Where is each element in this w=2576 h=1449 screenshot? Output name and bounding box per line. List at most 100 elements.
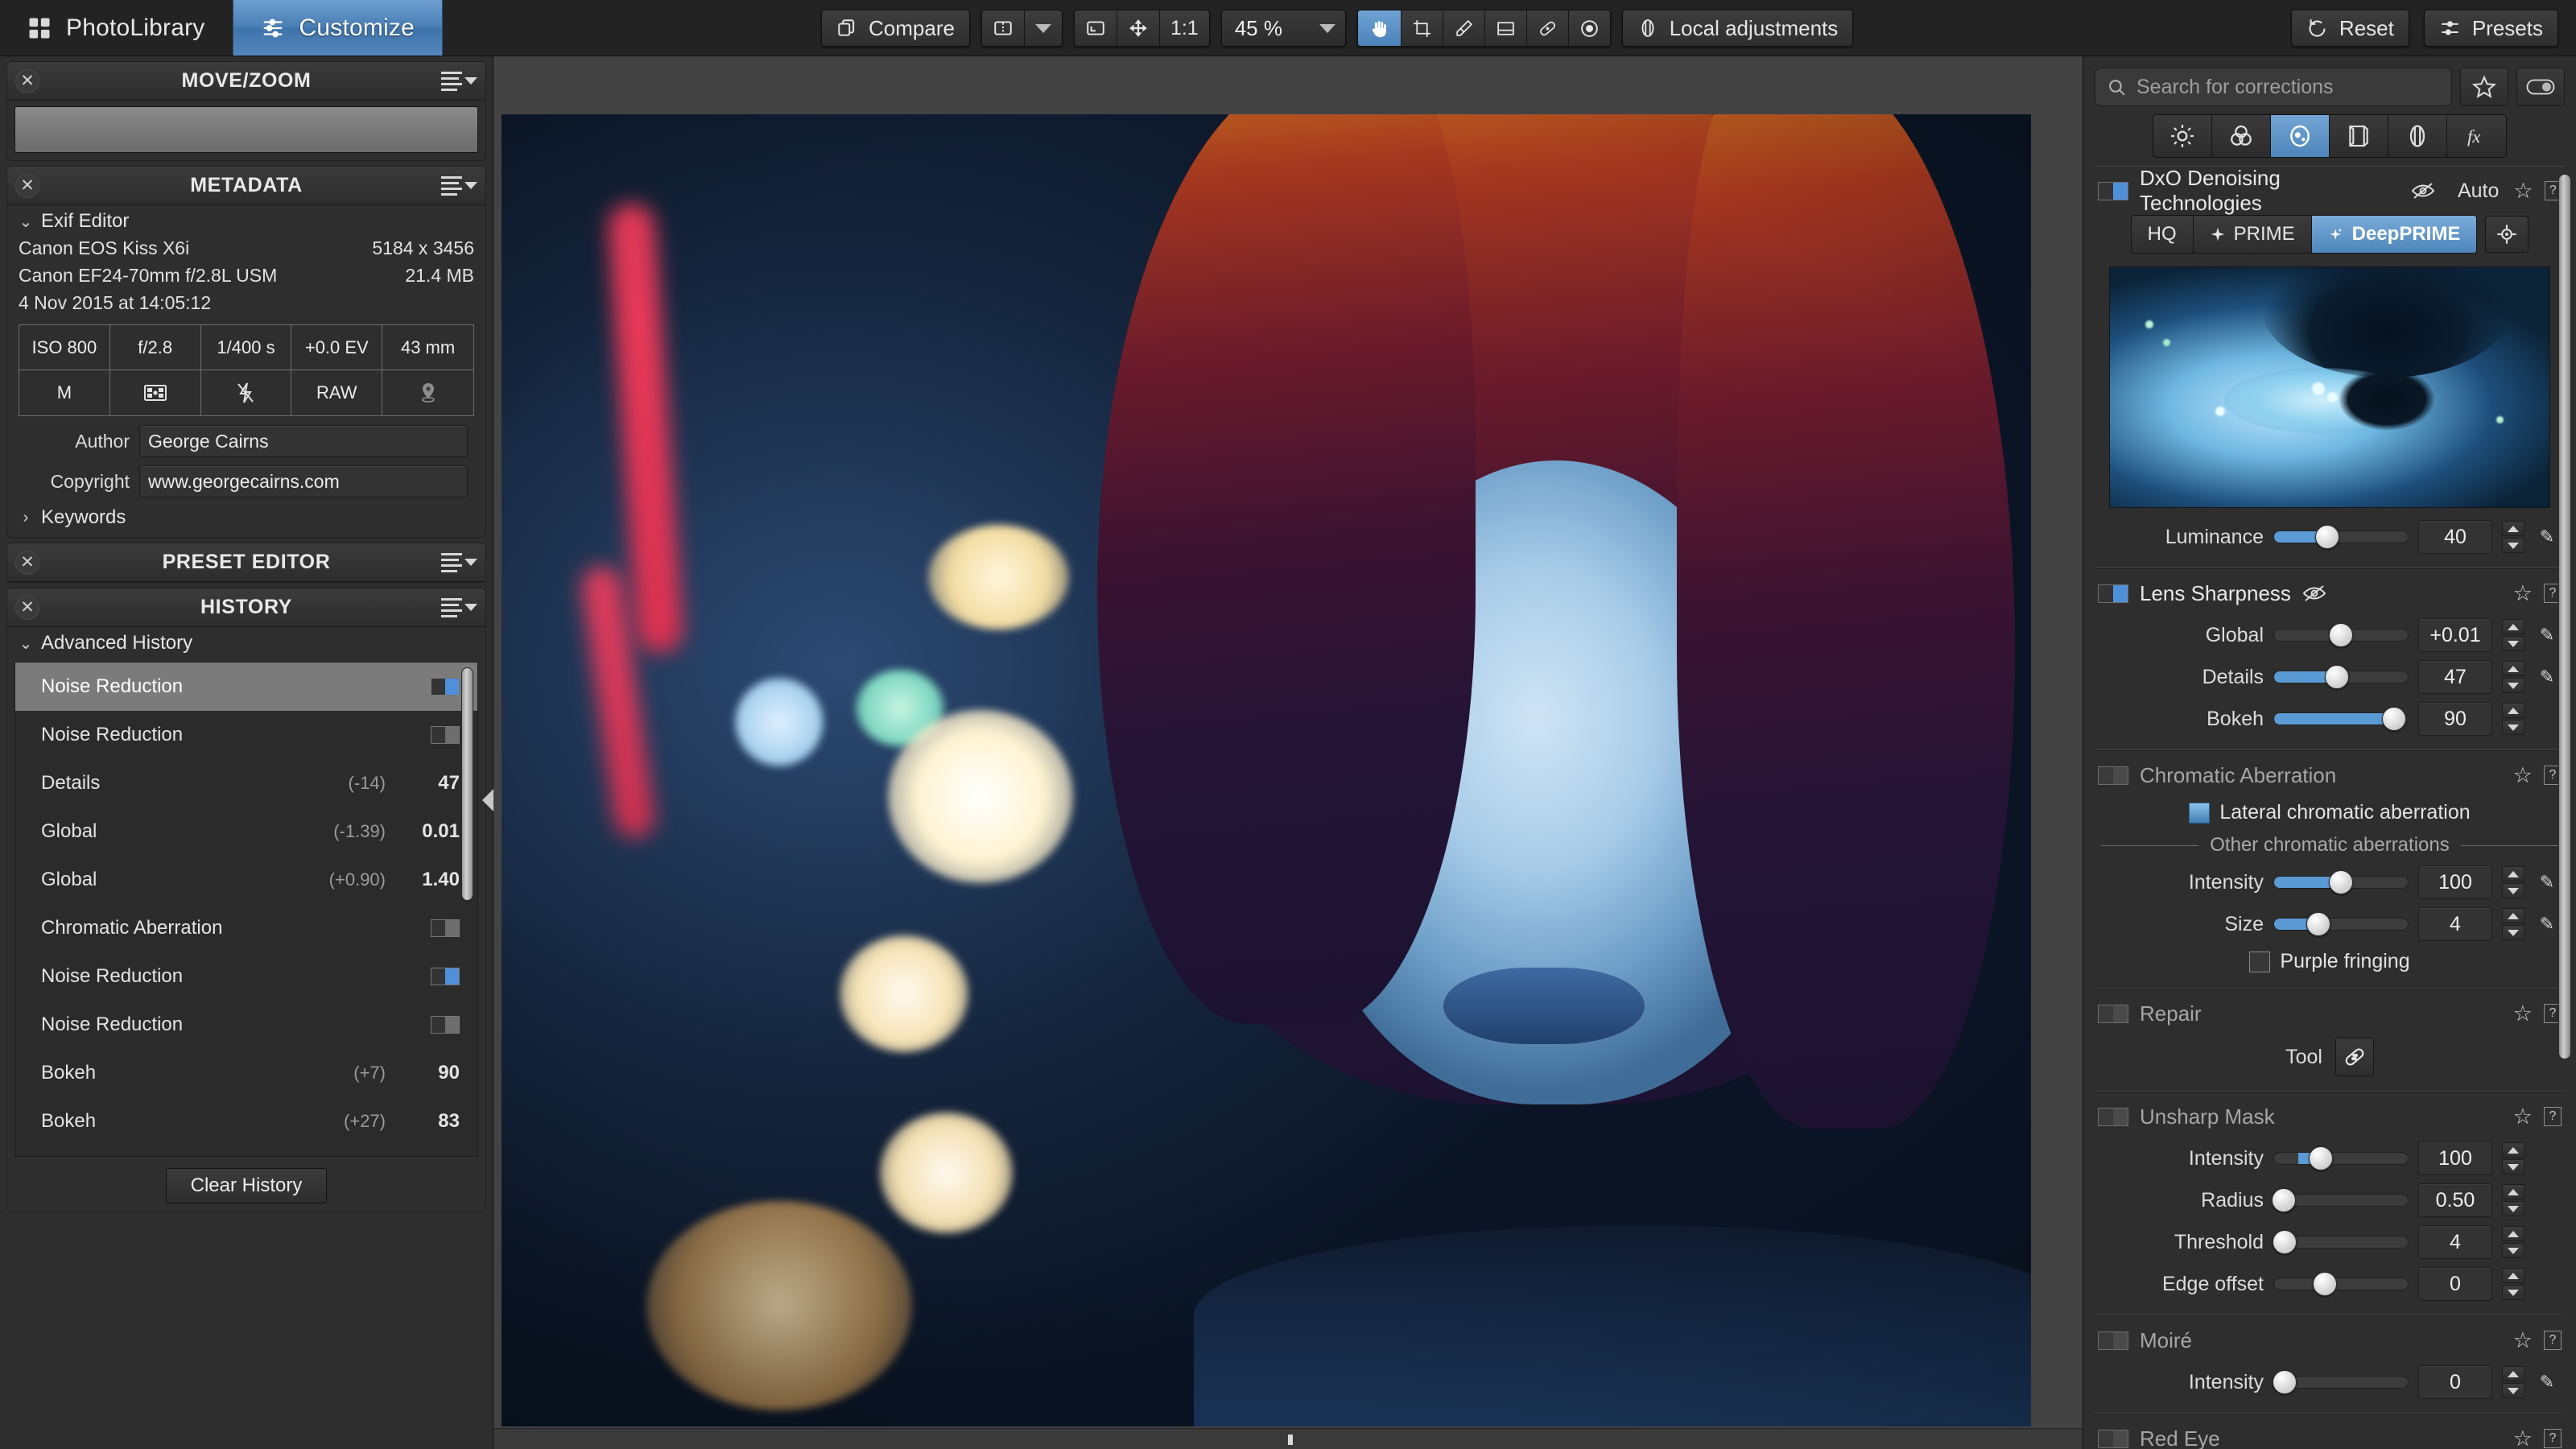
zoom-1-1-button[interactable]: 1:1 xyxy=(1160,10,1209,46)
history-scroll-thumb[interactable] xyxy=(461,667,473,901)
pencil-icon[interactable]: ✎ xyxy=(2534,914,2560,935)
tab-photolibrary[interactable]: PhotoLibrary xyxy=(0,0,233,56)
history-list-item[interactable]: Bokeh (+27) 83 xyxy=(15,1097,477,1146)
global-slider[interactable] xyxy=(2273,623,2409,647)
category-detail[interactable] xyxy=(2271,115,2330,157)
eye-off-icon[interactable] xyxy=(2302,584,2326,603)
repair-tool-button[interactable] xyxy=(1527,10,1569,46)
corrections-scroll-area[interactable]: DxO Denoising Technologies Auto ☆ ? HQ P… xyxy=(2083,166,2576,1449)
history-item-toggle[interactable] xyxy=(431,726,460,744)
photo-preview[interactable] xyxy=(502,114,2031,1426)
star-icon[interactable]: ☆ xyxy=(2513,581,2533,606)
luminance-slider[interactable] xyxy=(2273,525,2409,549)
wand-icon[interactable]: ✎ xyxy=(2534,526,2560,547)
metadata-menu-button[interactable] xyxy=(441,175,477,196)
history-list-item[interactable]: Noise Reduction Method xyxy=(15,1146,477,1156)
star-icon[interactable]: ☆ xyxy=(2513,179,2533,204)
collapse-left-panel-arrow[interactable] xyxy=(482,789,493,811)
denoise-mode-hq[interactable]: HQ xyxy=(2131,216,2194,253)
lateral-ca-checkbox[interactable] xyxy=(2189,802,2211,824)
purple-fringing-checkbox[interactable] xyxy=(2249,951,2271,972)
copyright-field[interactable]: www.georgecairns.com xyxy=(139,465,468,497)
exif-editor-section-toggle[interactable]: ⌄ Exif Editor xyxy=(7,205,485,234)
dxo-denoising-toggle[interactable] xyxy=(2098,181,2128,200)
bokeh-value[interactable]: 90 xyxy=(2418,702,2492,736)
um-threshold-stepper[interactable] xyxy=(2502,1226,2524,1258)
move-zoom-navigator[interactable] xyxy=(14,106,478,153)
history-list[interactable]: Noise Reduction Noise Reduction Details (-1… xyxy=(14,662,478,1157)
star-icon[interactable]: ☆ xyxy=(2513,1426,2533,1449)
ca-intensity-stepper[interactable] xyxy=(2502,866,2524,898)
clear-history-button[interactable]: Clear History xyxy=(166,1168,327,1203)
denoise-mode-deepprime[interactable]: DeepPRIME xyxy=(2311,216,2477,253)
corrections-scrollbar[interactable] xyxy=(2558,174,2571,1439)
category-light[interactable] xyxy=(2153,115,2212,157)
um-intensity-slider[interactable] xyxy=(2273,1146,2409,1170)
moire-intensity-value[interactable]: 0 xyxy=(2418,1365,2492,1399)
pencil-icon[interactable]: ✎ xyxy=(2534,625,2560,646)
category-fx[interactable]: fx xyxy=(2447,115,2506,157)
crop-tool-button[interactable] xyxy=(1402,10,1443,46)
ca-size-stepper[interactable] xyxy=(2502,908,2524,940)
dxo-denoising-auto-label[interactable]: Auto xyxy=(2458,180,2499,203)
eyedropper-tool-button[interactable] xyxy=(1443,10,1485,46)
category-local[interactable] xyxy=(2388,115,2447,157)
repair-tool-button[interactable] xyxy=(2334,1038,2374,1076)
ca-intensity-value[interactable]: 100 xyxy=(2418,865,2492,899)
moire-toggle[interactable] xyxy=(2098,1331,2128,1350)
history-item-toggle[interactable] xyxy=(431,919,460,937)
pencil-icon[interactable]: ✎ xyxy=(2534,667,2560,687)
advanced-history-section-toggle[interactable]: ⌄ Advanced History xyxy=(7,627,485,656)
denoise-target-button[interactable] xyxy=(2485,216,2529,253)
local-adjustments-button[interactable]: Local adjustments xyxy=(1621,10,1854,47)
um-intensity-value[interactable]: 100 xyxy=(2418,1141,2492,1175)
history-menu-button[interactable] xyxy=(441,597,477,617)
details-slider[interactable] xyxy=(2273,665,2409,689)
category-color[interactable] xyxy=(2212,115,2271,157)
close-icon[interactable]: ✕ xyxy=(15,173,39,198)
history-list-item[interactable]: Details (-14) 47 xyxy=(15,759,477,807)
details-value[interactable]: 47 xyxy=(2418,660,2492,694)
um-threshold-slider[interactable] xyxy=(2273,1230,2409,1254)
wand-icon[interactable]: ✎ xyxy=(2534,872,2560,893)
presets-button[interactable]: Presets xyxy=(2423,10,2558,47)
bokeh-slider[interactable] xyxy=(2273,707,2409,731)
redeye-tool-button[interactable] xyxy=(1569,10,1610,46)
um-edge-offset-slider[interactable] xyxy=(2273,1272,2409,1296)
star-icon[interactable]: ☆ xyxy=(2513,1104,2533,1129)
history-list-item[interactable]: Global (-1.39) 0.01 xyxy=(15,807,477,856)
history-list-item[interactable]: Noise Reduction xyxy=(15,952,477,1001)
split-view-button[interactable] xyxy=(982,10,1025,46)
zoom-level-select[interactable]: 45 % xyxy=(1220,10,1346,47)
move-zoom-menu-button[interactable] xyxy=(441,71,477,91)
history-list-item[interactable]: Noise Reduction xyxy=(15,711,477,759)
close-icon[interactable]: ✕ xyxy=(15,595,39,620)
tab-customize[interactable]: Customize xyxy=(232,0,444,56)
red-eye-toggle[interactable] xyxy=(2098,1429,2128,1448)
pan-tool-button[interactable] xyxy=(1117,10,1160,46)
um-threshold-value[interactable]: 4 xyxy=(2418,1225,2492,1259)
history-scrollbar[interactable] xyxy=(461,667,473,1130)
details-stepper[interactable] xyxy=(2502,661,2524,693)
filmstrip-handle[interactable] xyxy=(1288,1435,1293,1445)
lens-sharpness-toggle[interactable] xyxy=(2098,584,2128,603)
um-radius-stepper[interactable] xyxy=(2502,1184,2524,1216)
ca-size-slider[interactable] xyxy=(2273,912,2409,936)
favorites-filter-button[interactable] xyxy=(2460,68,2508,106)
star-icon[interactable]: ☆ xyxy=(2513,1328,2533,1353)
ca-intensity-slider[interactable] xyxy=(2273,870,2409,894)
denoise-preview-thumbnail[interactable] xyxy=(2109,266,2550,508)
ca-size-value[interactable]: 4 xyxy=(2418,907,2492,941)
repair-toggle[interactable] xyxy=(2098,1004,2128,1023)
um-radius-value[interactable]: 0.50 xyxy=(2418,1183,2492,1217)
corrections-master-toggle[interactable] xyxy=(2516,68,2565,106)
um-radius-slider[interactable] xyxy=(2271,1188,2409,1212)
bokeh-stepper[interactable] xyxy=(2502,703,2524,735)
um-intensity-stepper[interactable] xyxy=(2502,1142,2524,1174)
hand-tool-button[interactable] xyxy=(1357,10,1402,46)
global-value[interactable]: +0.01 xyxy=(2418,618,2492,652)
eye-off-icon[interactable] xyxy=(2411,181,2435,200)
close-icon[interactable]: ✕ xyxy=(15,68,39,93)
history-list-item[interactable]: Noise Reduction xyxy=(15,1001,477,1049)
unsharp-mask-toggle[interactable] xyxy=(2098,1107,2128,1126)
